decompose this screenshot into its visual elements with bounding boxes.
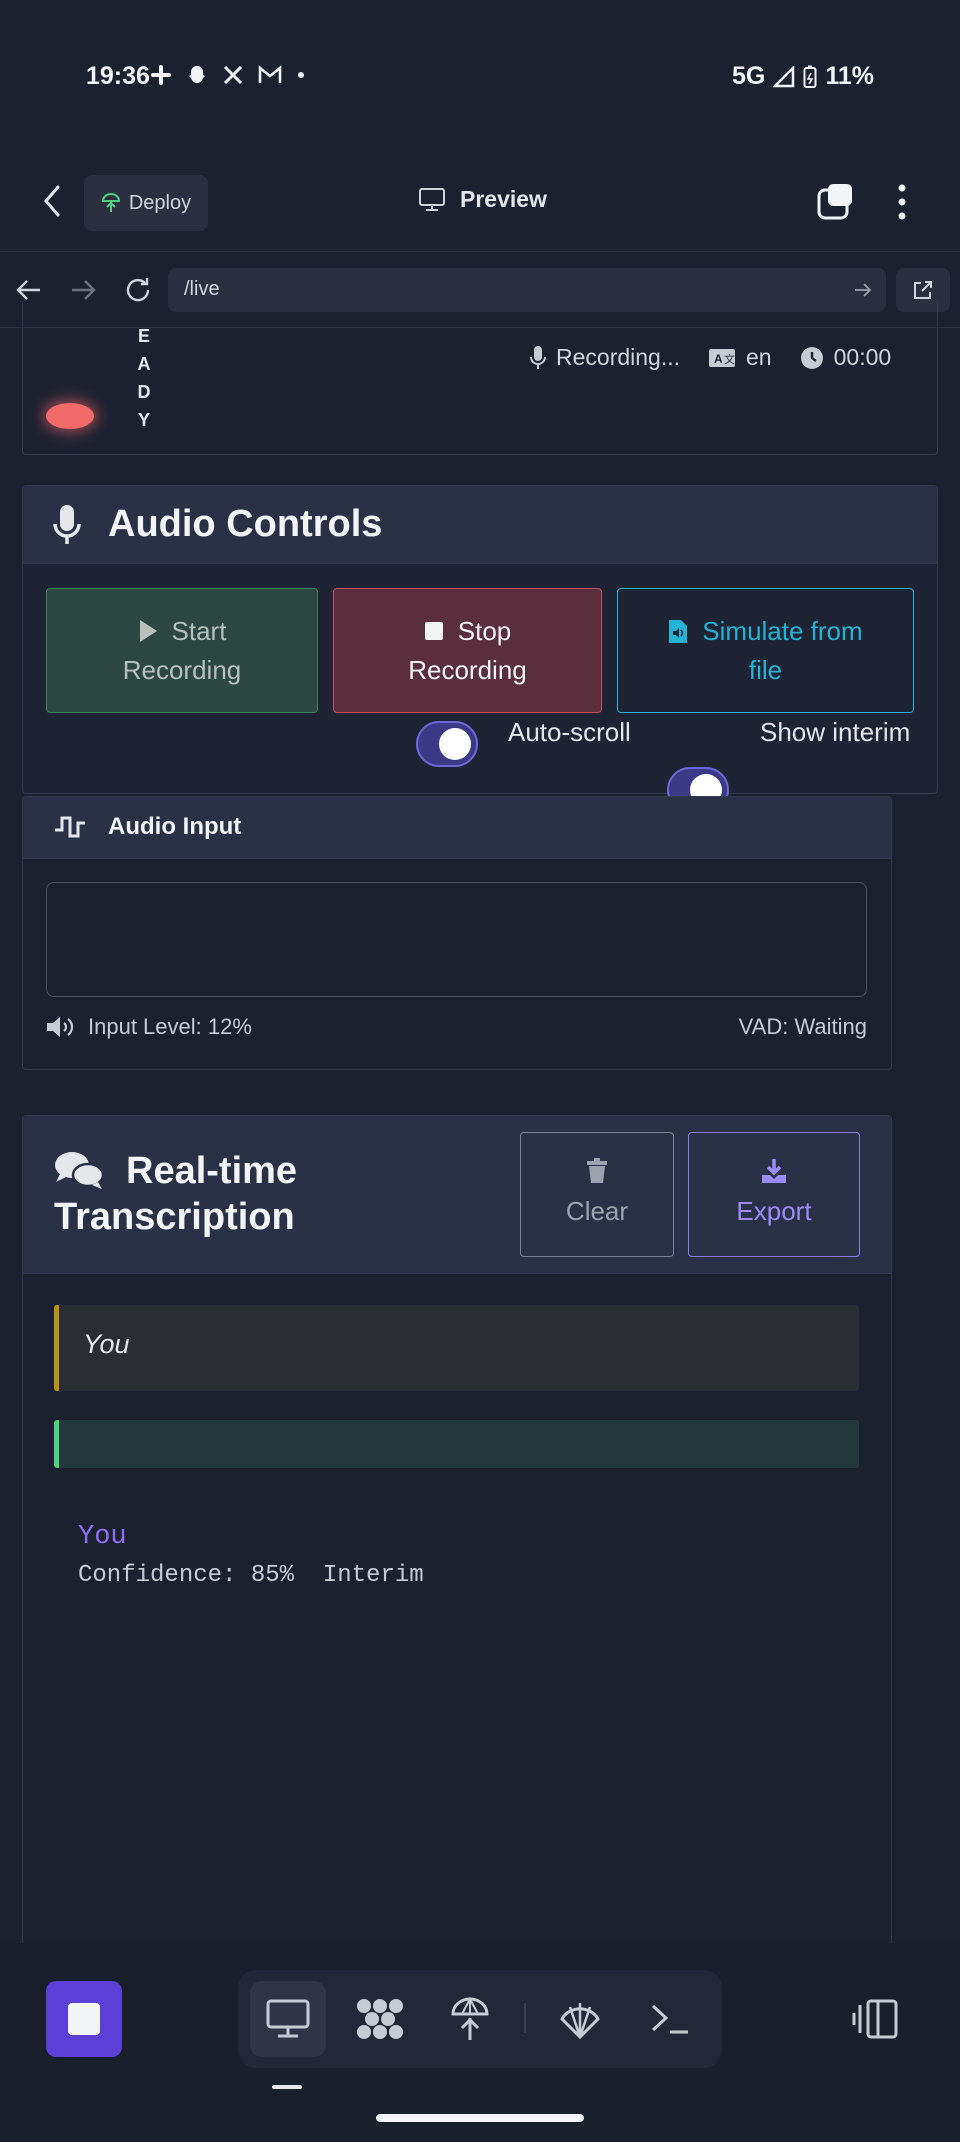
deploy-icon [101,193,120,212]
stop-icon [68,2003,100,2035]
stop-recording-button[interactable]: Stop Recording [333,588,602,713]
audio-input-title: Audio Input [108,813,242,840]
audio-controls-title: Audio Controls [108,503,383,545]
timer-status: 00:00 [800,344,891,371]
interim-meta: Confidence: 85% Interim [78,1562,424,1589]
more-options-button[interactable] [896,184,908,220]
tabs-icon [817,184,852,220]
play-icon [139,620,157,642]
preview-label: Preview [460,186,547,212]
language-icon: A文 [709,348,736,367]
nav-forward-button[interactable] [70,278,96,302]
slack-icon [151,65,171,85]
terminal-icon [651,2004,688,2034]
language-status: A文 en [708,344,772,371]
more-vertical-icon [898,184,906,220]
gmail-icon [258,65,282,83]
status-time: 19:36 [86,62,150,90]
recording-status: Recording... [530,344,680,371]
auto-scroll-toggle[interactable] [416,721,478,767]
nav-preview-tab[interactable] [250,1981,326,2057]
waveform-icon [55,816,85,838]
interim-speaker: You [78,1522,127,1552]
microphone-icon [530,345,546,369]
microphone-icon [53,505,81,544]
battery-icon [803,65,817,88]
transcript-message [54,1420,859,1468]
stop-icon [424,622,443,640]
arrow-right-icon [72,280,96,300]
comments-icon [55,1152,104,1189]
recording-indicator [46,403,94,429]
notification-icons [150,64,306,86]
home-indicator[interactable] [376,2114,584,2122]
transcript-message: You [54,1305,859,1391]
snapchat-icon [189,66,205,83]
transcription-title-line2: Transcription [54,1196,295,1238]
panel-icon [852,1999,898,2039]
deploy-label: Deploy [128,191,192,214]
status-panel [22,300,938,455]
signal-icon [773,65,795,87]
vad-status: VAD: Waiting [738,1014,867,1039]
status-items: Recording... A文 en 00:00 [530,344,891,371]
clear-button[interactable]: Clear [520,1132,674,1257]
tabs-button[interactable] [816,182,856,222]
external-link-icon [914,281,932,299]
svg-text:A: A [714,352,723,366]
nav-shell-tab[interactable] [632,1981,708,2057]
go-arrow-icon [855,283,872,297]
trash-icon [587,1158,607,1183]
preview-tab[interactable]: Preview [418,186,547,213]
nav-separator [524,2003,526,2033]
svg-text:文: 文 [724,352,735,366]
battery-label: 11% [825,62,874,90]
clock-icon [800,346,823,369]
transcription-title-line1: Real-time [126,1150,298,1192]
network-label: 5G [731,62,766,90]
monitor-icon [419,187,445,211]
chevron-left-icon [44,185,60,217]
audio-file-icon [669,620,688,643]
stop-app-button[interactable] [46,1981,122,2057]
dot-icon [298,72,304,78]
x-icon [223,65,243,85]
deploy-button[interactable]: Deploy [84,175,208,231]
nav-workflows-tab[interactable] [342,1981,418,2057]
simulate-from-file-button[interactable]: Simulate from file [617,588,914,713]
back-button[interactable] [40,183,64,219]
active-tab-indicator [272,2085,302,2089]
audio-visualizer [46,882,867,997]
deploy-icon [451,1996,489,2040]
arrow-left-icon [16,280,40,300]
export-button[interactable]: Export [688,1132,860,1257]
panel-toggle-button[interactable] [852,1999,898,2039]
start-recording-button[interactable]: Start Recording [46,588,318,713]
url-text: /live [184,278,220,300]
nav-deploy-tab[interactable] [432,1981,508,2057]
download-icon [762,1159,786,1183]
input-level: Input Level: 12% [46,1014,252,1040]
ready-status-text: E A D Y [137,326,151,430]
status-right: 5G 11% [732,62,874,91]
volume-icon [47,1017,74,1037]
monitor-icon [266,1999,310,2038]
nav-assistant-tab[interactable] [542,1981,618,2057]
message-speaker: You [83,1329,130,1359]
auto-scroll-label: Auto-scroll [508,717,631,747]
nav-back-button[interactable] [16,278,42,302]
workflows-icon [357,1999,403,2039]
shell-icon [560,2003,600,2039]
show-interim-label: Show interim [760,717,911,747]
